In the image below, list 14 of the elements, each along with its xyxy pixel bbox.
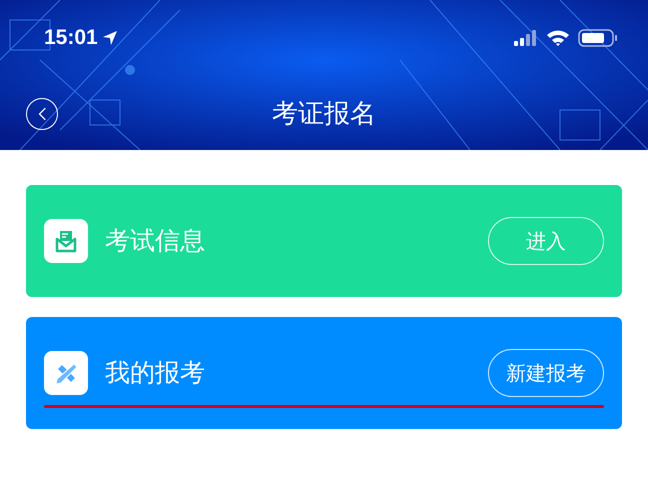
battery-icon: [578, 28, 618, 47]
back-button[interactable]: [26, 98, 58, 130]
back-icon: [37, 107, 47, 121]
location-icon: [102, 30, 118, 46]
card-title: 考试信息: [105, 225, 205, 258]
pencil-ruler-icon: [44, 351, 88, 395]
card-button[interactable]: 新建报考: [488, 349, 604, 397]
wifi-icon: [546, 28, 570, 47]
status-time: 15:01: [44, 25, 98, 51]
card-title: 我的报考: [105, 357, 205, 390]
mail-icon: [44, 219, 88, 263]
card-button[interactable]: 进入: [488, 217, 604, 265]
signal-icon: [514, 30, 538, 46]
page-title: 考证报名: [272, 98, 376, 130]
